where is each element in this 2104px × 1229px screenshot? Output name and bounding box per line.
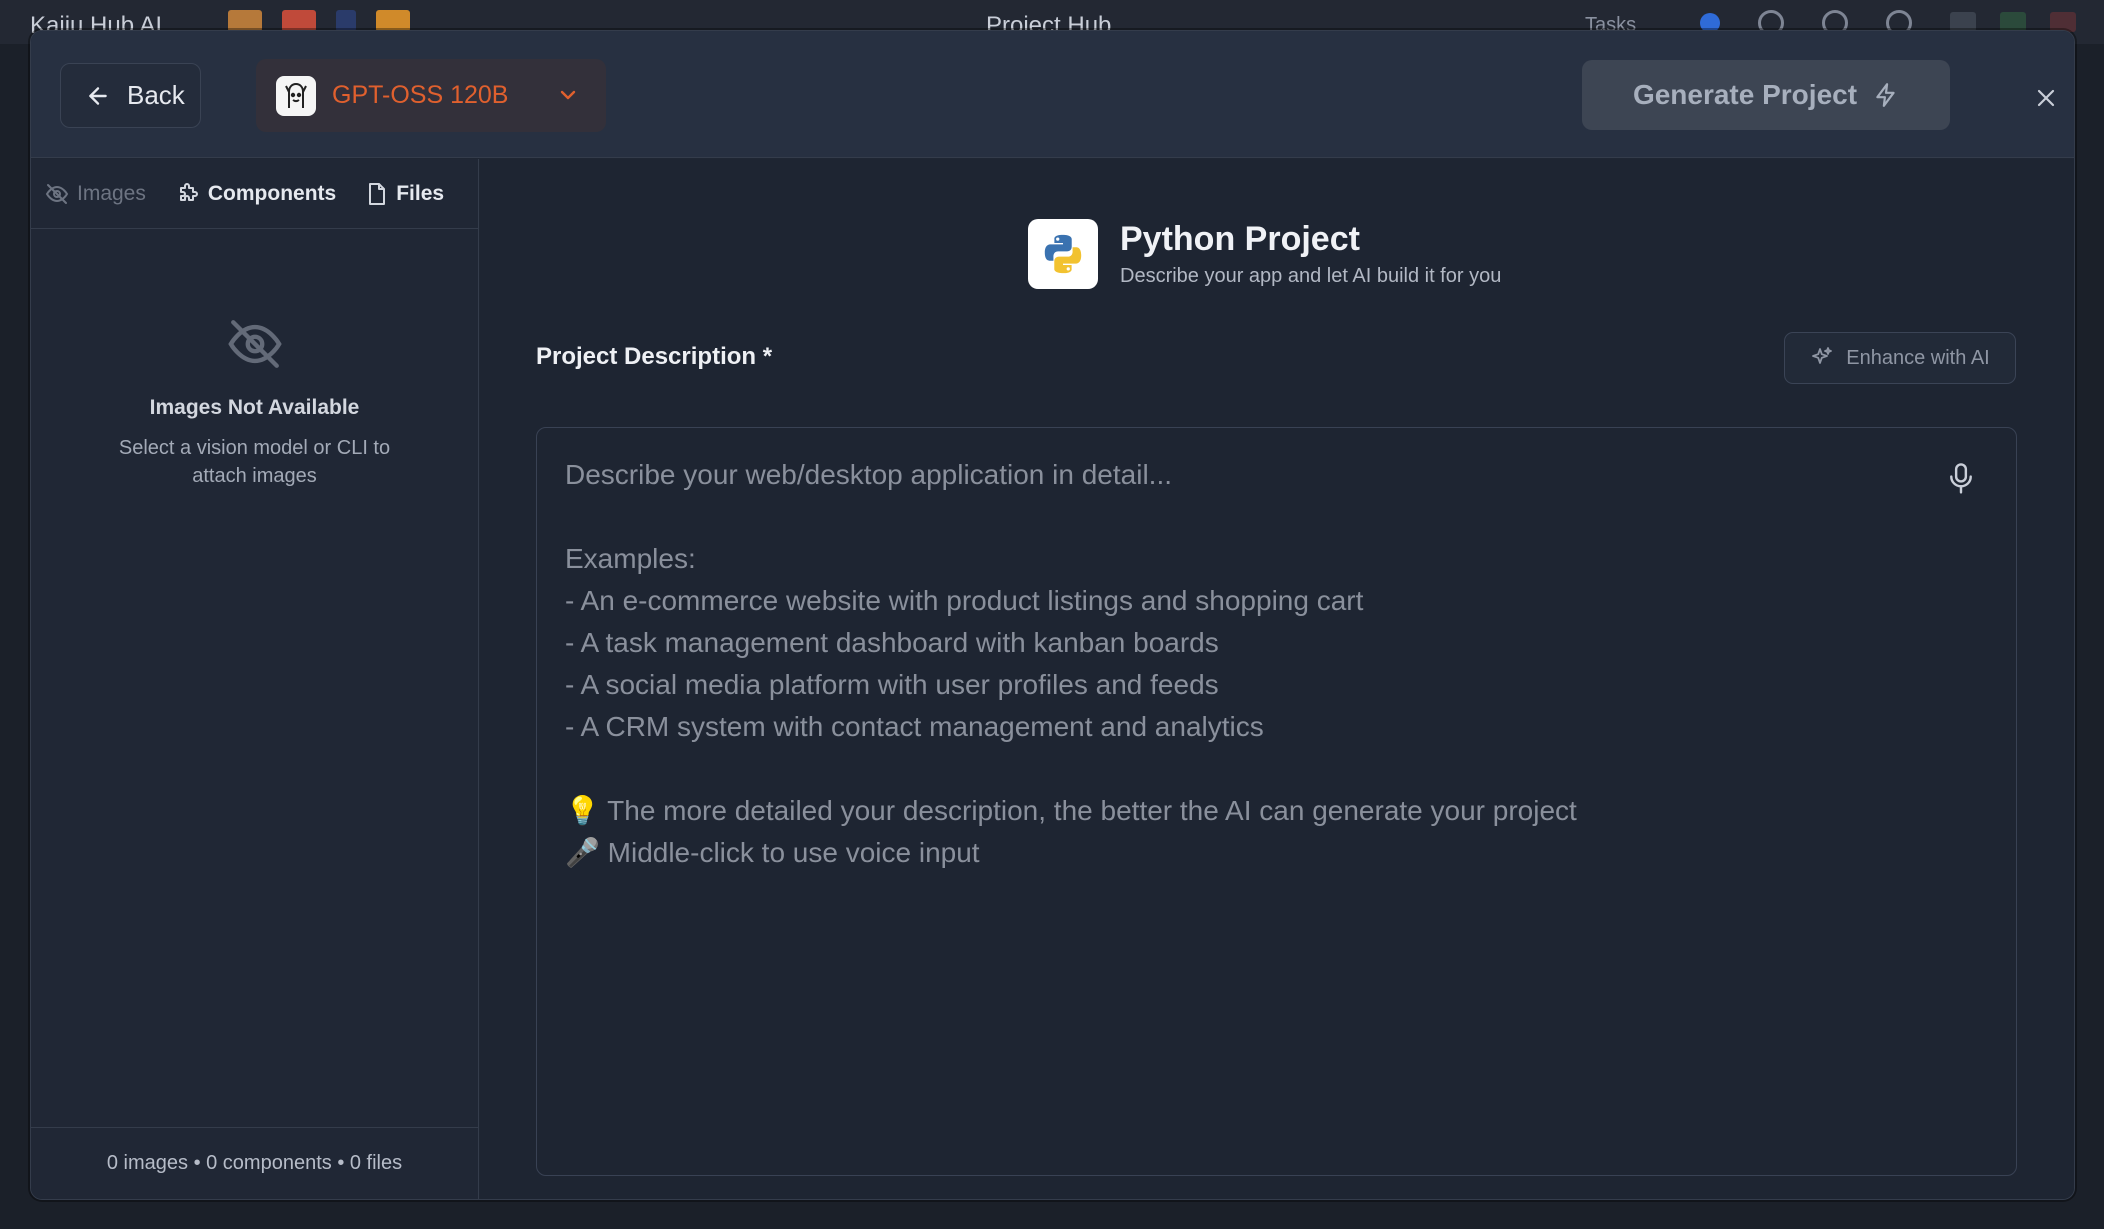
back-label: Back: [127, 80, 185, 110]
placeholder-line: - An e-commerce website with product lis…: [565, 585, 1364, 616]
maximize-icon[interactable]: [2000, 12, 2026, 32]
window-controls: [1950, 12, 2076, 32]
enhance-label: Enhance with AI: [1846, 346, 1990, 369]
minimize-icon[interactable]: [1950, 12, 1976, 32]
file-icon: [369, 182, 386, 205]
chevron-down-icon: [560, 90, 576, 100]
attachments-sidebar: Images Components Files Images Not Avail…: [31, 159, 479, 1199]
sidebar-tabs: Images Components Files: [31, 159, 478, 229]
tab-images[interactable]: Images: [45, 182, 146, 206]
puzzle-icon: [179, 182, 198, 201]
model-logo-icon: [276, 75, 316, 116]
tab-components[interactable]: Components: [176, 182, 336, 206]
model-selector[interactable]: GPT-OSS 120B: [256, 59, 606, 132]
sparkles-icon: [1812, 347, 1833, 364]
project-modal: Back GPT-OSS 120B Generate Project Image…: [30, 30, 2075, 1200]
placeholder-line: 💡 The more detailed your description, th…: [565, 795, 1577, 826]
placeholder-line: Describe your web/desktop application in…: [565, 459, 1173, 490]
project-description-textarea[interactable]: Describe your web/desktop application in…: [536, 427, 2017, 1176]
placeholder-text: Describe your web/desktop application in…: [565, 454, 1988, 874]
tab-files-label: Files: [396, 181, 445, 205]
python-logo-icon: [1028, 219, 1098, 289]
description-label: Project Description *: [536, 343, 773, 370]
close-icon: [2037, 89, 2055, 107]
lightning-icon: [1876, 83, 1895, 107]
modal-close-button[interactable]: [2031, 83, 2061, 113]
badge-icon[interactable]: [336, 10, 356, 32]
placeholder-line: - A CRM system with contact management a…: [565, 711, 1264, 742]
empty-state-title: Images Not Available: [149, 396, 360, 419]
placeholder-line: [565, 748, 1988, 790]
eye-off-icon: [227, 320, 282, 368]
project-header: Python Project Describe your app and let…: [1028, 219, 1501, 289]
taskbar-icons: [228, 10, 410, 32]
window-close-icon[interactable]: [2050, 12, 2076, 32]
placeholder-line: - A social media platform with user prof…: [565, 669, 1219, 700]
generate-label: Generate Project: [1632, 79, 1858, 110]
modal-header: Back GPT-OSS 120B Generate Project: [31, 31, 2074, 158]
eye-off-icon: [45, 183, 69, 204]
puzzle-icon[interactable]: [376, 10, 410, 32]
generate-project-button[interactable]: Generate Project: [1582, 60, 1950, 130]
project-subtitle: Describe your app and let AI build it fo…: [1120, 265, 1502, 287]
main-panel: Python Project Describe your app and let…: [480, 159, 2074, 1199]
arrow-left-icon: [89, 86, 107, 105]
images-empty-state: Images Not Available Select a vision mod…: [31, 315, 478, 490]
placeholder-line: [565, 496, 1988, 538]
attachment-counts: 0 images • 0 components • 0 files: [31, 1127, 478, 1199]
placeholder-line: Examples:: [565, 543, 696, 574]
empty-state-subtitle: Select a vision model or CLI to attach i…: [118, 437, 391, 487]
folder-icon[interactable]: [228, 10, 262, 32]
placeholder-line: 🎤 Middle-click to use voice input: [565, 837, 980, 868]
enhance-with-ai-button[interactable]: Enhance with AI: [1784, 332, 2016, 384]
grid-icon[interactable]: [282, 10, 316, 32]
model-name: GPT-OSS 120B: [332, 81, 509, 109]
project-title: Python Project: [1120, 220, 1360, 258]
back-button[interactable]: Back: [60, 63, 201, 128]
placeholder-line: - A task management dashboard with kanba…: [565, 627, 1219, 658]
tab-images-label: Images: [77, 181, 146, 205]
voice-input-button[interactable]: [1946, 462, 1976, 501]
microphone-icon: [1950, 463, 1972, 494]
tab-components-label: Components: [207, 181, 337, 205]
tab-files[interactable]: Files: [366, 182, 444, 206]
